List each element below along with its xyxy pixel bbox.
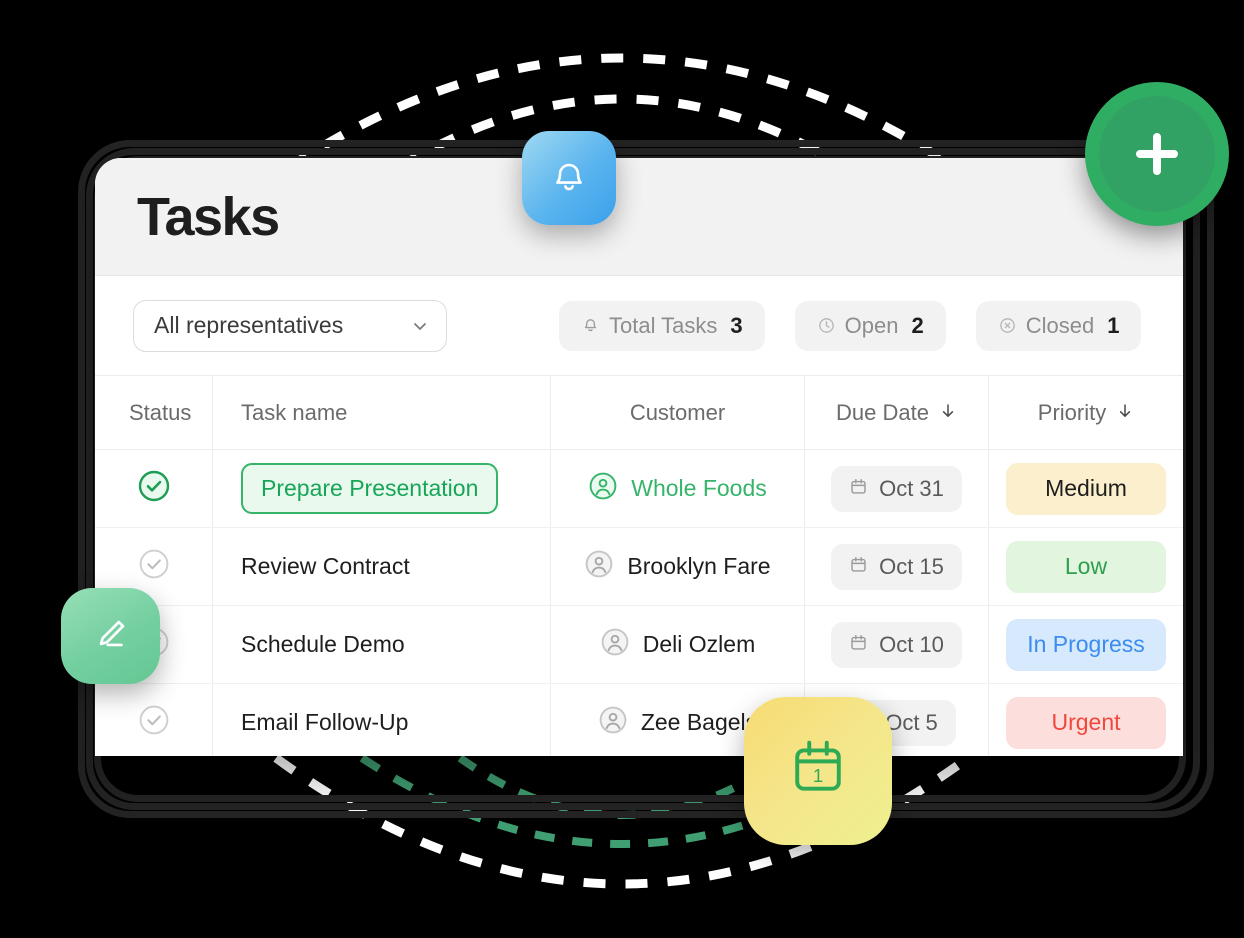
table-row[interactable]: Email Follow-Up Zee Bagels Oct 5 Urgent xyxy=(95,684,1183,756)
row-priority-cell[interactable]: Urgent xyxy=(989,684,1183,756)
calendar-badge[interactable]: 1 xyxy=(744,697,892,845)
calendar-icon: 1 xyxy=(783,734,853,809)
due-date-pill: Oct 10 xyxy=(831,621,962,668)
column-header-label: Due Date xyxy=(836,399,929,425)
row-task-cell[interactable]: Schedule Demo xyxy=(213,606,551,683)
column-header-customer: Customer xyxy=(551,376,805,449)
task-name-chip: Prepare Presentation xyxy=(241,463,499,514)
table-header-row: Status Task name Customer Due Date Prior… xyxy=(95,376,1183,450)
add-task-button[interactable] xyxy=(1085,82,1229,226)
calendar-icon xyxy=(849,477,868,501)
representatives-filter-value: All representatives xyxy=(154,312,344,338)
row-task-cell[interactable]: Review Contract xyxy=(213,528,551,605)
plus-icon xyxy=(1099,96,1215,212)
avatar xyxy=(584,549,614,584)
row-customer-cell[interactable]: Deli Ozlem xyxy=(551,606,805,683)
row-task-cell[interactable]: Email Follow-Up xyxy=(213,684,551,756)
bell-icon xyxy=(545,152,593,205)
table-row[interactable]: Review Contract Brooklyn Fare Oct 15 Low xyxy=(95,528,1183,606)
priority-badge: Urgent xyxy=(1006,696,1166,749)
due-date-pill: Oct 15 xyxy=(831,543,962,590)
column-header-due-date[interactable]: Due Date xyxy=(805,376,989,449)
customer-name: Deli Ozlem xyxy=(642,631,756,657)
stat-pill-label: Closed xyxy=(1025,312,1095,338)
tasks-card: Tasks All representatives Total Tasks 3 xyxy=(95,158,1183,756)
customer-name: Whole Foods xyxy=(631,475,767,501)
check-circle-icon[interactable] xyxy=(137,703,171,742)
row-priority-cell[interactable]: Low xyxy=(989,528,1183,605)
priority-badge: Medium xyxy=(1006,462,1166,515)
row-due-date-cell[interactable]: Oct 15 xyxy=(805,528,989,605)
column-header-priority[interactable]: Priority xyxy=(989,376,1183,449)
priority-badge: In Progress xyxy=(1006,618,1166,671)
row-customer-cell[interactable]: Whole Foods xyxy=(551,450,805,527)
task-name: Schedule Demo xyxy=(241,631,405,657)
check-circle-icon[interactable] xyxy=(137,547,171,586)
arrow-down-icon xyxy=(1116,400,1134,426)
row-task-cell[interactable]: Prepare Presentation xyxy=(213,450,551,527)
calendar-icon xyxy=(849,633,868,657)
card-header: Tasks xyxy=(95,158,1183,276)
row-customer-cell[interactable]: Brooklyn Fare xyxy=(551,528,805,605)
due-date-text: Oct 31 xyxy=(879,475,944,501)
stat-pill-count: 3 xyxy=(730,312,743,338)
check-circle-icon[interactable] xyxy=(137,469,171,508)
stat-pill-count: 1 xyxy=(1107,312,1120,338)
row-priority-cell[interactable]: Medium xyxy=(989,450,1183,527)
due-date-text: Oct 10 xyxy=(879,631,944,657)
stats-pills: Total Tasks 3 Open 2 Closed 1 xyxy=(559,300,1142,351)
row-priority-cell[interactable]: In Progress xyxy=(989,606,1183,683)
customer-name: Zee Bagels xyxy=(640,709,758,735)
edit-task-badge[interactable] xyxy=(61,588,160,684)
column-header-label: Customer xyxy=(629,399,726,425)
chevron-down-icon xyxy=(412,318,428,334)
table-row[interactable]: Schedule Demo Deli Ozlem Oct 10 In Progr… xyxy=(95,606,1183,684)
avatar xyxy=(598,705,628,740)
row-status-cell[interactable] xyxy=(95,684,213,756)
avatar xyxy=(600,627,630,662)
stat-pill-label: Open xyxy=(844,312,899,338)
bell-icon xyxy=(581,316,600,335)
svg-text:1: 1 xyxy=(813,765,823,786)
customer-name: Brooklyn Fare xyxy=(627,553,771,579)
avatar xyxy=(588,471,618,506)
stat-pill-count: 2 xyxy=(911,312,924,338)
notifications-badge[interactable] xyxy=(522,131,616,225)
stat-pill-closed[interactable]: Closed 1 xyxy=(975,300,1142,351)
table-row[interactable]: Prepare Presentation Whole Foods Oct 31 … xyxy=(95,450,1183,528)
column-header-label: Status xyxy=(129,399,192,425)
due-date-text: Oct 15 xyxy=(879,553,944,579)
clock-icon xyxy=(817,316,836,335)
representatives-filter-select[interactable]: All representatives xyxy=(133,299,447,352)
column-header-status: Status xyxy=(95,376,213,449)
page-title: Tasks xyxy=(137,186,280,247)
calendar-icon xyxy=(849,555,868,579)
column-header-label: Priority xyxy=(1037,399,1107,425)
arrow-down-icon xyxy=(939,400,957,426)
task-name: Review Contract xyxy=(241,553,410,579)
row-due-date-cell[interactable]: Oct 31 xyxy=(805,450,989,527)
pencil-edit-icon xyxy=(86,609,136,664)
row-due-date-cell[interactable]: Oct 10 xyxy=(805,606,989,683)
column-header-task-name: Task name xyxy=(213,376,551,449)
toolbar: All representatives Total Tasks 3 Open 2… xyxy=(95,276,1183,376)
stat-pill-open[interactable]: Open 2 xyxy=(794,300,946,351)
due-date-text: Oct 5 xyxy=(885,709,938,735)
priority-badge: Low xyxy=(1006,540,1166,593)
due-date-pill: Oct 31 xyxy=(831,465,962,512)
x-circle-icon xyxy=(998,316,1017,335)
column-header-label: Task name xyxy=(241,399,348,425)
row-status-cell[interactable] xyxy=(95,450,213,527)
screenshot-stage: Tasks All representatives Total Tasks 3 xyxy=(0,0,1244,938)
stat-pill-label: Total Tasks xyxy=(609,312,718,338)
task-name: Email Follow-Up xyxy=(241,709,409,735)
stat-pill-total-tasks[interactable]: Total Tasks 3 xyxy=(559,300,765,351)
